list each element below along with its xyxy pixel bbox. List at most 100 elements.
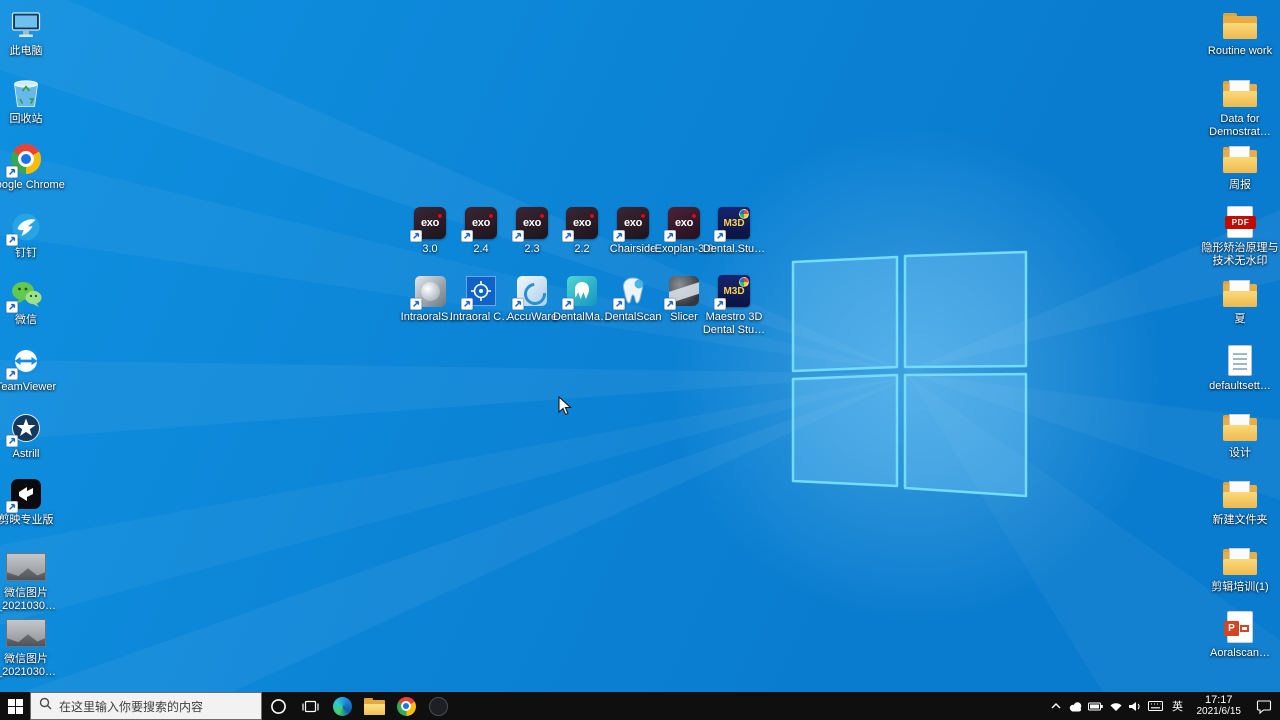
input-language-indicator[interactable]: 英 [1166, 692, 1190, 720]
exocad-icon: exo [512, 206, 552, 242]
cortana-button[interactable] [262, 692, 294, 720]
start-button[interactable] [0, 692, 30, 720]
desktop-icon-recycle-bin[interactable]: 回收站 [0, 76, 54, 126]
show-hidden-icons-button[interactable] [1046, 692, 1066, 720]
desktop-icon-wechat-image-2[interactable]: 微信图片_2021030… [0, 616, 56, 678]
icon-label: Google Chrome [0, 179, 65, 191]
shortcut-arrow-icon [6, 435, 18, 447]
m3d-icon: M3D [714, 274, 754, 310]
icon-label: 微信图片_2021030… [0, 653, 56, 678]
desktop-icon-pdf-invisible-ortho[interactable]: PDF 隐形矫治原理与技术无水印 [1202, 205, 1279, 267]
desktop-icon-maestro-3d[interactable]: M3D Maestro 3D Dental Stu… [703, 274, 765, 336]
icon-label: 微信 [15, 314, 37, 326]
wallpaper-glow [650, 110, 1180, 640]
shortcut-arrow-icon [562, 230, 574, 242]
volume-tray-icon[interactable] [1126, 692, 1146, 720]
windows-logo-icon [7, 698, 23, 714]
network-tray-icon[interactable] [1106, 692, 1126, 720]
shortcut-arrow-icon [461, 298, 473, 310]
desktop-icon-wechat[interactable]: 微信 [0, 277, 54, 327]
document-file-icon [1220, 343, 1260, 377]
shortcut-arrow-icon [714, 298, 726, 310]
intraoralscan-icon [410, 274, 450, 310]
chrome-taskbar-button[interactable] [390, 692, 422, 720]
edge-button[interactable] [326, 692, 358, 720]
desktop-icon-xia-folder[interactable]: 夏 [1207, 276, 1273, 326]
shortcut-arrow-icon [461, 230, 473, 242]
desktop-icon-aoralscan-ppt[interactable]: P Aoralscan… [1207, 610, 1273, 660]
shortcut-arrow-icon [6, 501, 18, 513]
desktop-icon-this-pc[interactable]: 此电脑 [0, 8, 54, 58]
clock-date: 2021/6/15 [1196, 706, 1242, 717]
icon-label: 微信图片_2021030… [0, 587, 56, 612]
exocad-icon: exo [562, 206, 602, 242]
action-center-button[interactable] [1248, 692, 1280, 720]
clock-time: 17:17 [1204, 694, 1233, 706]
dark-app-button[interactable] [422, 692, 454, 720]
notification-icon [1256, 699, 1272, 714]
folder-with-files-icon [1220, 142, 1260, 176]
onedrive-tray-icon[interactable] [1066, 692, 1086, 720]
icon-label: 剪映专业版 [0, 514, 54, 526]
shortcut-arrow-icon [6, 166, 18, 178]
file-explorer-button[interactable] [358, 692, 390, 720]
taskbar: 在这里输入你要搜索的内容 英 17:17 2021/6/15 [0, 692, 1280, 720]
icon-label: 周报 [1229, 179, 1251, 191]
folder-with-files-icon [1220, 544, 1260, 578]
icon-label: Routine work [1207, 45, 1273, 57]
icon-label: 设计 [1229, 447, 1251, 459]
slicer-icon [664, 274, 704, 310]
astrill-icon [6, 411, 46, 447]
icon-label: 回收站 [9, 113, 43, 125]
search-placeholder: 在这里输入你要搜索的内容 [59, 699, 204, 714]
icon-label: defaultsett… [1209, 380, 1271, 392]
desktop-icon-capcut[interactable]: 剪映专业版 [0, 477, 54, 527]
cloud-icon [1069, 701, 1081, 711]
folder-with-files-icon [1220, 76, 1260, 110]
task-view-icon [301, 700, 319, 712]
shortcut-arrow-icon [512, 298, 524, 310]
desktop-icon-defaultsettings[interactable]: defaultsett… [1207, 343, 1273, 393]
desktop-icon-routine-work[interactable]: Routine work [1207, 8, 1273, 58]
task-view-button[interactable] [294, 692, 326, 720]
icon-label: 新建文件夹 [1212, 514, 1268, 526]
capcut-icon [6, 477, 46, 513]
desktop-icon-design-folder[interactable]: 设计 [1207, 410, 1273, 460]
exocad-icon: exo [461, 206, 501, 242]
taskbar-search-box[interactable]: 在这里输入你要搜索的内容 [30, 692, 262, 720]
shortcut-arrow-icon [664, 298, 676, 310]
desktop-icon-astrill[interactable]: Astrill [0, 411, 54, 461]
desktop-icon-google-chrome[interactable]: Google Chrome [0, 142, 65, 192]
folder-with-files-icon [1220, 410, 1260, 444]
battery-tray-icon[interactable] [1086, 692, 1106, 720]
shortcut-arrow-icon [6, 301, 18, 313]
battery-icon [1088, 702, 1103, 710]
folder-with-files-icon [1220, 477, 1260, 511]
chevron-up-icon [1051, 703, 1060, 709]
wechat-icon [6, 277, 46, 313]
desktop-icon-teamviewer[interactable]: TeamViewer [0, 344, 56, 394]
photo-thumbnail-icon [6, 616, 46, 650]
desktop-icon-wechat-image-1[interactable]: 微信图片_2021030… [0, 550, 56, 612]
shortcut-arrow-icon [410, 230, 422, 242]
desktop-icon-m3d-dental-studio[interactable]: M3D Dental.Stu… [703, 206, 765, 256]
desktop-icon-data-for-demo[interactable]: Data for Demostrat… [1207, 76, 1273, 138]
icon-label: Astrill [12, 448, 40, 460]
touch-keyboard-tray-icon[interactable] [1146, 692, 1166, 720]
desktop-icon-dingtalk[interactable]: 钉钉 [0, 210, 54, 260]
system-tray: 英 17:17 2021/6/15 [1046, 692, 1280, 720]
intraoral-cal-icon [461, 274, 501, 310]
cortana-icon [270, 698, 286, 714]
desktop-icon-editing-training[interactable]: 剪辑培训(1) [1207, 544, 1273, 594]
desktop-background[interactable]: 此电脑 回收站 Google Chrome 钉钉 微信 Team [0, 0, 1280, 720]
taskbar-clock[interactable]: 17:17 2021/6/15 [1190, 692, 1249, 720]
shortcut-arrow-icon [6, 234, 18, 246]
desktop-icon-new-folder[interactable]: 新建文件夹 [1207, 477, 1273, 527]
shortcut-arrow-icon [714, 230, 726, 242]
icon-label: 夏 [1234, 313, 1246, 325]
file-explorer-icon [363, 697, 385, 715]
icon-label: Dental.Stu… [702, 243, 766, 255]
desktop-icon-weekly-report[interactable]: 周报 [1207, 142, 1273, 192]
dentalmanager-icon [562, 274, 602, 310]
shortcut-arrow-icon [562, 298, 574, 310]
